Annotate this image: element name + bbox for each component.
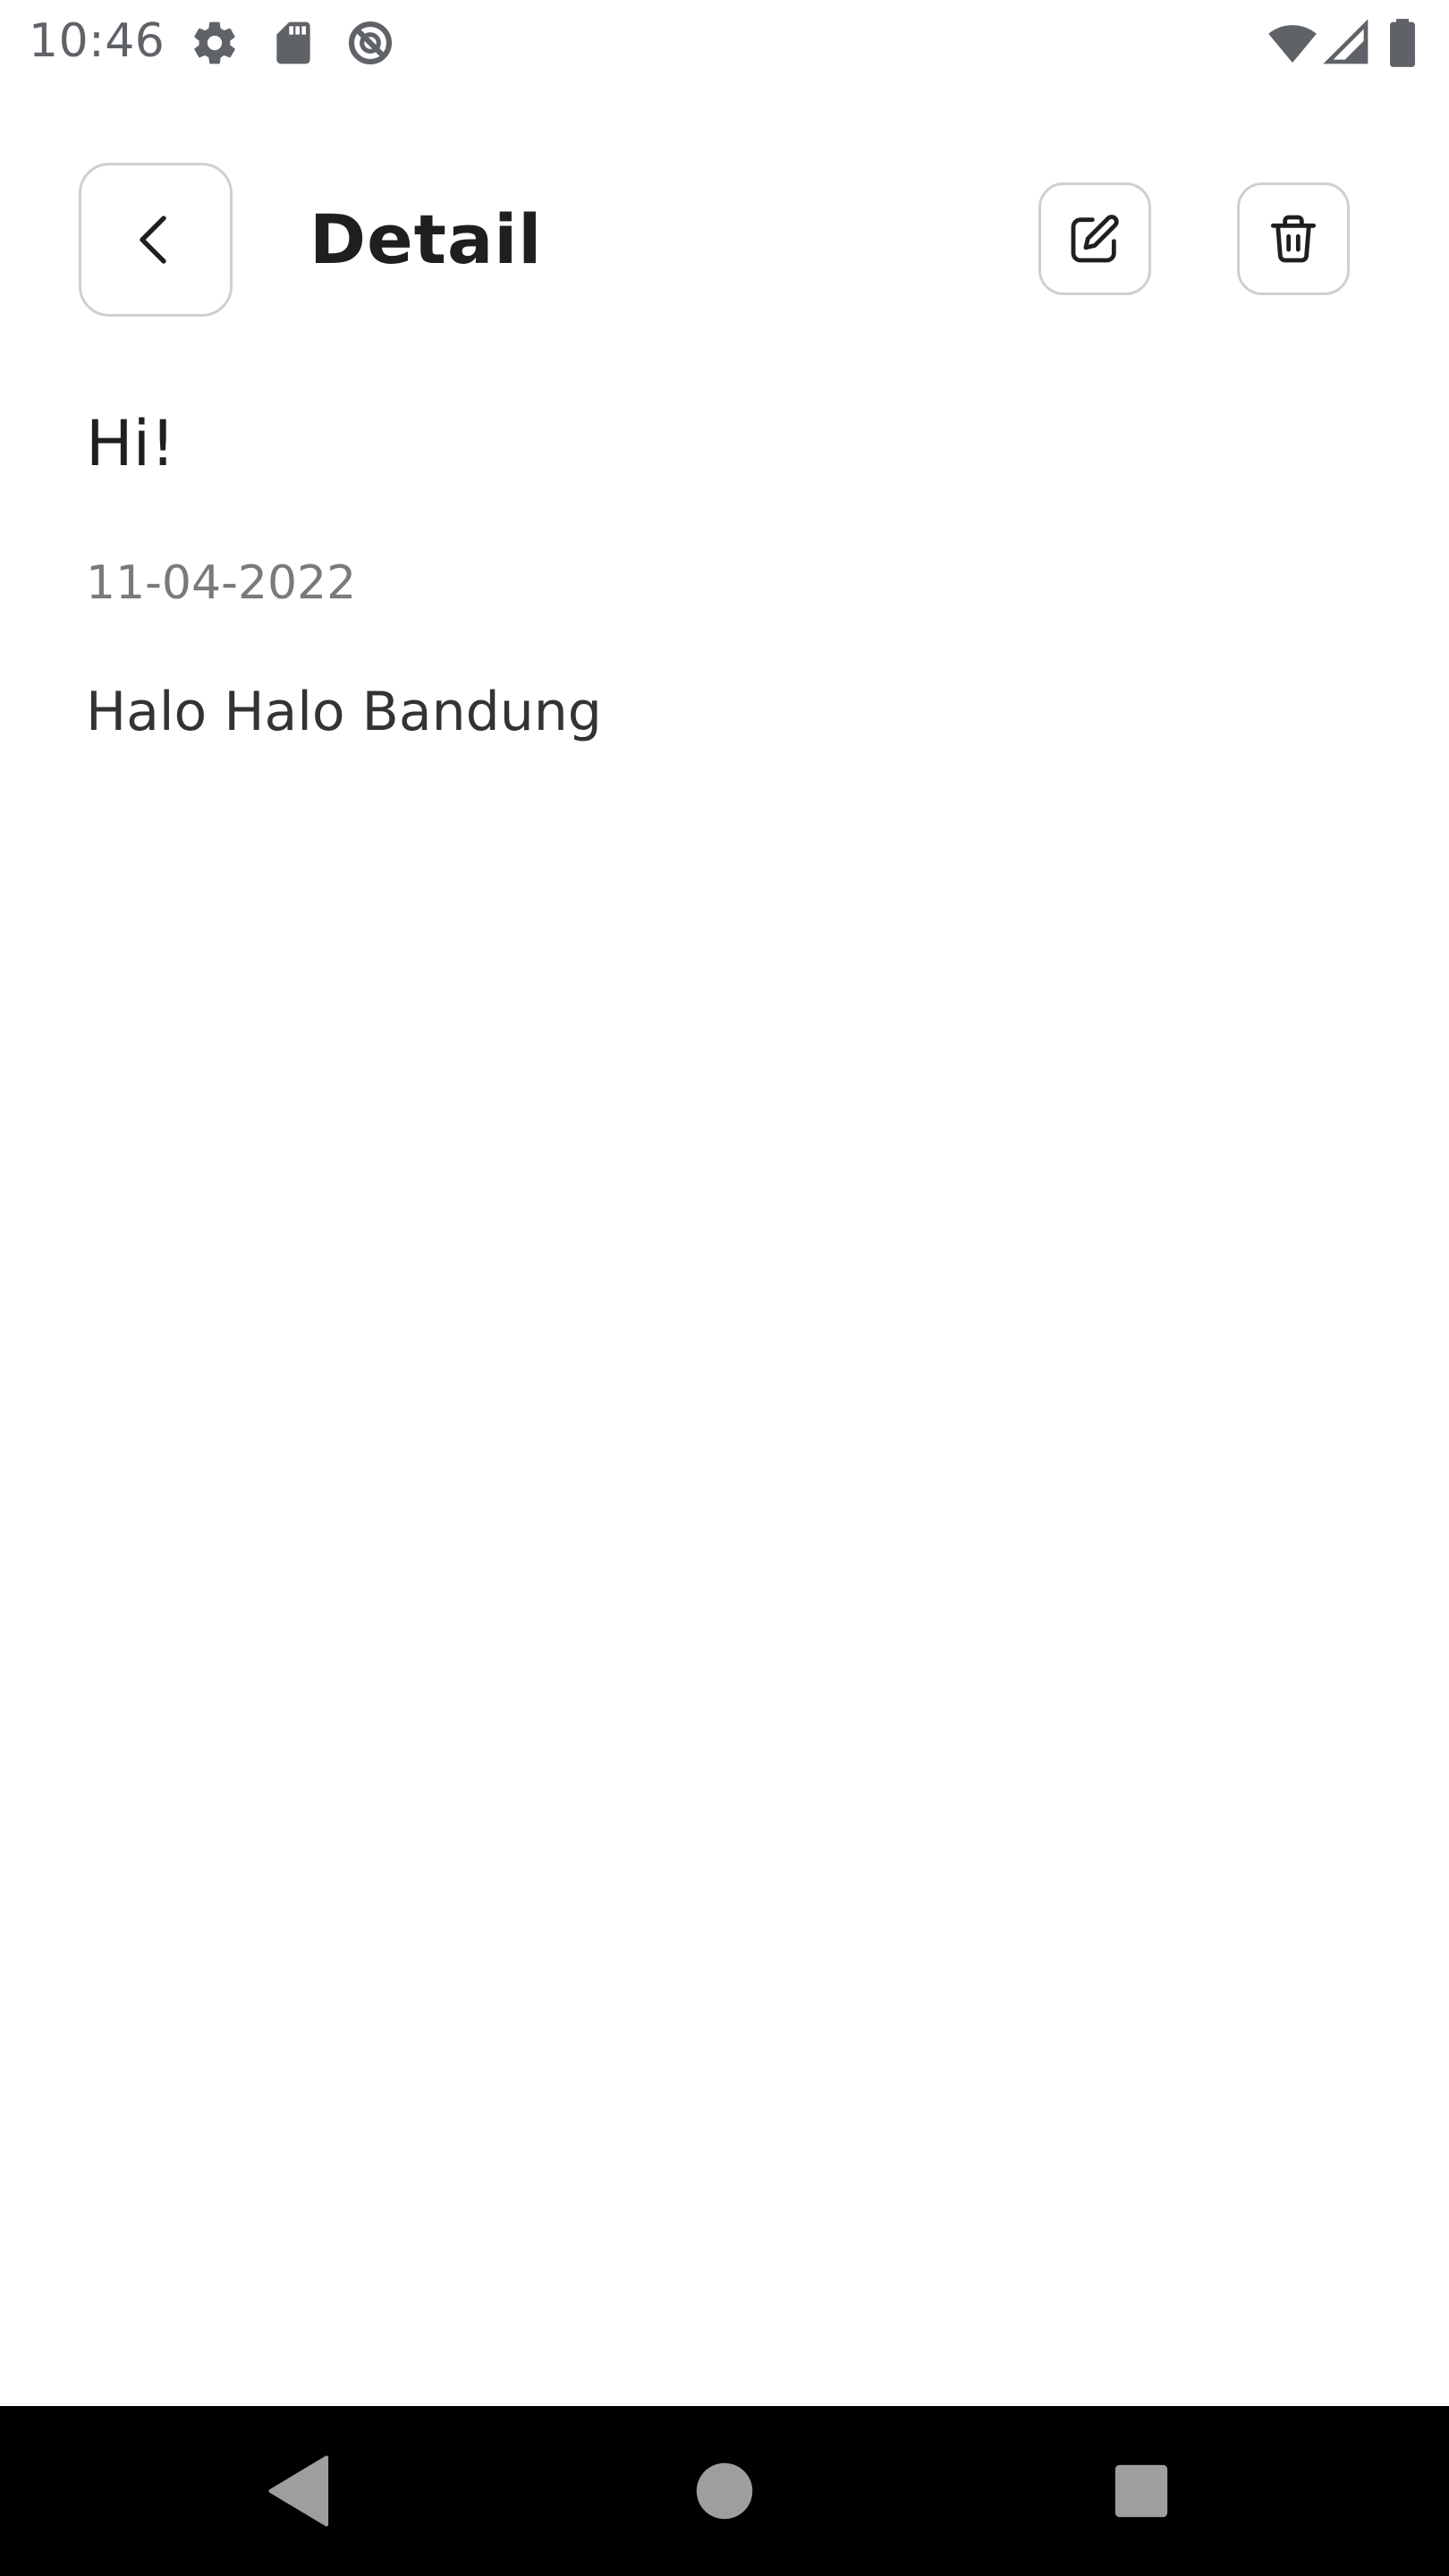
edit-square-icon (1066, 210, 1123, 267)
nav-recents-button[interactable] (1097, 2446, 1186, 2536)
nav-back-button[interactable] (259, 2446, 349, 2536)
status-bar: 10:46 (0, 0, 1449, 86)
battery-icon (1383, 18, 1422, 68)
navigation-bar (0, 2406, 1449, 2576)
back-triangle-icon (259, 2446, 349, 2536)
note-title: Hi! (86, 407, 176, 480)
recents-square-icon (1097, 2446, 1186, 2536)
settings-icon (190, 18, 240, 68)
nav-home-button[interactable] (680, 2446, 769, 2536)
back-button[interactable] (79, 163, 233, 317)
cellular-signal-icon (1322, 18, 1372, 68)
status-time: 10:46 (29, 14, 165, 68)
trash-icon (1265, 210, 1322, 267)
edit-button[interactable] (1038, 182, 1151, 295)
delete-button[interactable] (1237, 182, 1350, 295)
note-date: 11-04-2022 (86, 556, 357, 610)
sd-card-icon (268, 18, 318, 68)
page-title: Detail (309, 199, 543, 279)
do-not-disturb-icon (345, 18, 395, 68)
chevron-left-icon (123, 208, 188, 272)
note-body: Halo Halo Bandung (86, 681, 602, 743)
home-circle-icon (680, 2446, 769, 2536)
wifi-icon (1265, 18, 1320, 68)
